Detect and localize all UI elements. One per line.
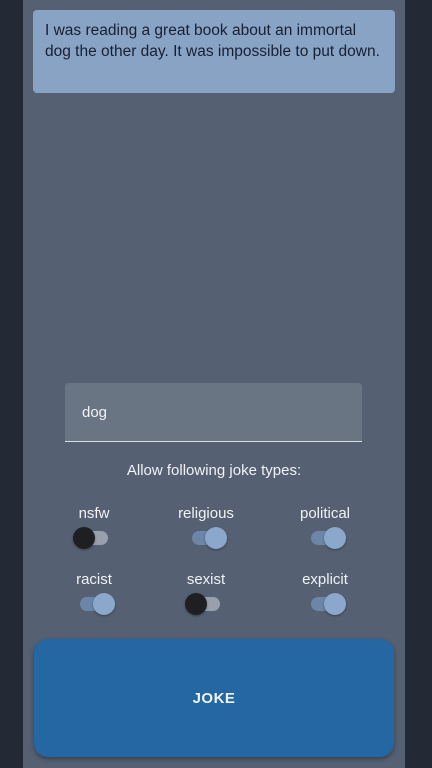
toggle-label-religious: religious bbox=[178, 505, 234, 522]
joke-text: I was reading a great book about an immo… bbox=[45, 22, 380, 60]
switch-thumb bbox=[93, 593, 115, 615]
toggle-political: political bbox=[277, 505, 373, 555]
toggle-sexist: sexist bbox=[158, 571, 254, 621]
toggle-label-racist: racist bbox=[76, 571, 112, 588]
toggle-racist: racist bbox=[46, 571, 142, 621]
switch-political[interactable] bbox=[311, 527, 346, 549]
switch-explicit[interactable] bbox=[311, 593, 346, 615]
toggle-nsfw: nsfw bbox=[46, 505, 142, 555]
switch-thumb bbox=[324, 527, 346, 549]
toggle-label-nsfw: nsfw bbox=[78, 505, 110, 522]
joke-button[interactable]: JOKE bbox=[34, 639, 394, 757]
switch-sexist[interactable] bbox=[185, 593, 220, 615]
switch-thumb bbox=[324, 593, 346, 615]
switch-thumb bbox=[185, 593, 207, 615]
app-screen: I was reading a great book about an immo… bbox=[23, 0, 405, 768]
toggle-religious: religious bbox=[158, 505, 254, 555]
keyword-input[interactable] bbox=[65, 383, 362, 441]
toggle-explicit: explicit bbox=[277, 571, 373, 621]
joke-types-heading: Allow following joke types: bbox=[126, 462, 302, 479]
switch-nsfw[interactable] bbox=[73, 527, 108, 549]
switch-racist[interactable] bbox=[80, 593, 115, 615]
keyword-field[interactable] bbox=[65, 383, 362, 442]
switch-thumb bbox=[205, 527, 227, 549]
toggle-label-political: political bbox=[299, 505, 351, 522]
switch-thumb bbox=[73, 527, 95, 549]
switch-religious[interactable] bbox=[192, 527, 227, 549]
toggle-label-sexist: sexist bbox=[186, 571, 226, 588]
toggle-label-explicit: explicit bbox=[302, 571, 348, 588]
joke-card: I was reading a great book about an immo… bbox=[33, 10, 395, 93]
